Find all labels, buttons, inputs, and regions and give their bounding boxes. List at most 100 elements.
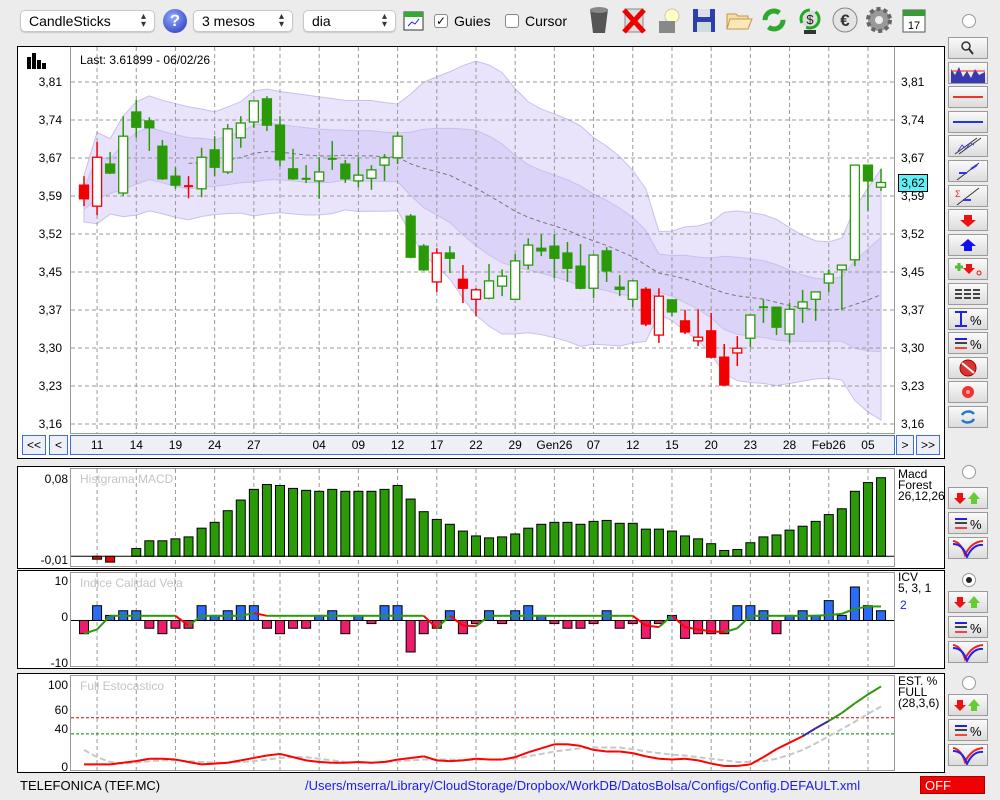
euro-icon[interactable]: € bbox=[830, 5, 860, 35]
macd-panel-radio[interactable] bbox=[962, 465, 976, 479]
price-tick-left: 3,52 bbox=[38, 227, 62, 241]
config-path-link[interactable]: /Users/mserra/Library/CloudStorage/Dropb… bbox=[305, 778, 860, 793]
delete-x-icon[interactable] bbox=[619, 5, 649, 35]
candle-body bbox=[470, 289, 482, 300]
record-button[interactable] bbox=[948, 381, 988, 404]
checkbox-checked-icon: ✓ bbox=[434, 14, 448, 28]
currency-refresh-icon[interactable]: $ bbox=[795, 5, 825, 35]
candle-body bbox=[314, 171, 325, 182]
icv-signal-segment bbox=[711, 630, 725, 634]
stoch-k-segment bbox=[214, 761, 228, 765]
macd-bar bbox=[314, 490, 325, 557]
percent-lines-button[interactable]: % bbox=[948, 512, 988, 534]
v-curve-button[interactable] bbox=[948, 537, 988, 559]
icv-tick-minus10: -10 bbox=[50, 656, 68, 670]
macd-bar bbox=[758, 536, 769, 557]
percent-range-icon: % bbox=[955, 310, 982, 328]
candle-body bbox=[104, 163, 116, 174]
channel-button[interactable] bbox=[948, 135, 988, 158]
percent-range-button[interactable]: % bbox=[948, 307, 988, 330]
stoch-tick-40: 40 bbox=[54, 722, 68, 736]
date-axis-strip[interactable]: 11 14 19 24 27 04 09 12 17 22 29 Gen26 07 12 15 20 23 28 F… bbox=[70, 435, 895, 455]
macd-bar bbox=[876, 477, 887, 557]
percent-lines-button[interactable]: % bbox=[948, 332, 988, 355]
stoch-k-segment bbox=[527, 747, 542, 754]
save-icon[interactable] bbox=[689, 5, 719, 35]
help-icon[interactable]: ? bbox=[163, 9, 187, 33]
macd-bar bbox=[745, 542, 756, 557]
last-price-label: Last: 3.61899 - 06/02/26 bbox=[80, 53, 211, 67]
chart-settings-icon[interactable] bbox=[403, 11, 424, 31]
horizontal-lines-button[interactable] bbox=[948, 283, 988, 305]
signal-arrows-button[interactable] bbox=[948, 694, 988, 716]
icv-bar bbox=[823, 600, 834, 621]
add-order-button[interactable] bbox=[948, 258, 988, 281]
zoom-button[interactable] bbox=[948, 37, 988, 59]
gear-icon[interactable] bbox=[864, 5, 894, 35]
svg-text:%: % bbox=[970, 313, 982, 328]
period-select[interactable]: 3 mesos ▴ ▾ bbox=[193, 10, 293, 32]
percent-lines-button[interactable]: % bbox=[948, 616, 988, 638]
candle-body bbox=[248, 100, 260, 123]
stoch-params: EST. % FULL (28,3,6) bbox=[898, 675, 939, 709]
stochastic-panel: 100 60 40 0 Full Estocastico EST. % FULL(… bbox=[17, 673, 945, 774]
price-tick-left: 3,23 bbox=[38, 379, 62, 393]
no-entry-button[interactable] bbox=[948, 356, 988, 379]
trendline-button[interactable] bbox=[948, 160, 988, 182]
guides-checkbox[interactable]: ✓ Guies bbox=[434, 13, 491, 29]
nav-last-button[interactable]: >> bbox=[916, 435, 940, 455]
candle-body bbox=[562, 252, 573, 269]
lamp-icon[interactable] bbox=[654, 5, 684, 35]
stoch-k-segment bbox=[684, 757, 699, 762]
icv-panel-radio[interactable] bbox=[962, 573, 976, 587]
candle-body bbox=[392, 135, 403, 159]
price-panel-radio[interactable] bbox=[962, 14, 976, 28]
stoch-k-segment bbox=[762, 748, 778, 758]
red-line-button[interactable] bbox=[948, 86, 988, 109]
sigma-trendline-button[interactable]: Σ bbox=[948, 184, 988, 207]
stoch-panel-radio[interactable] bbox=[962, 676, 976, 690]
macd-bar bbox=[366, 490, 377, 557]
bar-chart-icon[interactable] bbox=[27, 53, 49, 69]
blue-line-button[interactable] bbox=[948, 110, 988, 133]
folder-icon[interactable] bbox=[724, 5, 754, 35]
calendar-icon[interactable]: 17 bbox=[899, 5, 929, 35]
cursor-checkbox[interactable]: Cursor bbox=[505, 13, 567, 29]
stoch-k-segment bbox=[319, 760, 333, 764]
volume-chart-button[interactable] bbox=[948, 61, 988, 84]
trash-icon[interactable] bbox=[584, 5, 614, 35]
nav-next-button[interactable]: > bbox=[896, 435, 914, 455]
stoch-tick-60: 60 bbox=[54, 703, 68, 717]
nav-prev-button[interactable]: < bbox=[49, 435, 68, 455]
icv-signal-segment bbox=[462, 624, 477, 628]
stoch-plot[interactable]: Full Estocastico bbox=[70, 675, 895, 771]
macd-bar bbox=[706, 543, 717, 557]
status-off-badge[interactable]: OFF bbox=[920, 776, 985, 794]
macd-bar bbox=[823, 514, 834, 557]
signal-arrows-button[interactable] bbox=[948, 487, 988, 509]
v-curve-button[interactable] bbox=[948, 641, 988, 663]
macd-bar bbox=[444, 523, 455, 557]
nav-first-button[interactable]: << bbox=[22, 435, 46, 455]
svg-text:Σ: Σ bbox=[955, 189, 961, 199]
icv-bar bbox=[849, 586, 860, 621]
sync-button[interactable] bbox=[948, 406, 988, 428]
signal-arrows-button[interactable] bbox=[948, 591, 988, 613]
macd-bar bbox=[810, 520, 821, 557]
candle-body bbox=[614, 286, 625, 290]
price-plot[interactable]: Last: 3.61899 - 06/02/26 bbox=[70, 47, 895, 434]
chart-type-select[interactable]: CandleSticks ▴ ▾ bbox=[20, 10, 155, 32]
icv-plot[interactable]: Indice Calidad Vela bbox=[70, 572, 895, 667]
icv-tick-0: 0 bbox=[61, 610, 68, 624]
percent-lines-button[interactable]: % bbox=[948, 719, 988, 741]
buy-arrow-button[interactable] bbox=[948, 233, 988, 256]
refresh-icon[interactable] bbox=[759, 5, 789, 35]
candle-body bbox=[653, 295, 665, 336]
interval-select[interactable]: dia ▴ ▾ bbox=[303, 10, 396, 32]
v-curve-button[interactable] bbox=[948, 744, 988, 766]
price-tick-right: 3,23 bbox=[901, 379, 925, 393]
date-tick-label: 12 bbox=[626, 438, 640, 452]
sell-arrow-button[interactable] bbox=[948, 209, 988, 232]
macd-plot[interactable]: Histgrama MACD bbox=[70, 468, 895, 567]
stoch-k-segment bbox=[749, 756, 764, 766]
